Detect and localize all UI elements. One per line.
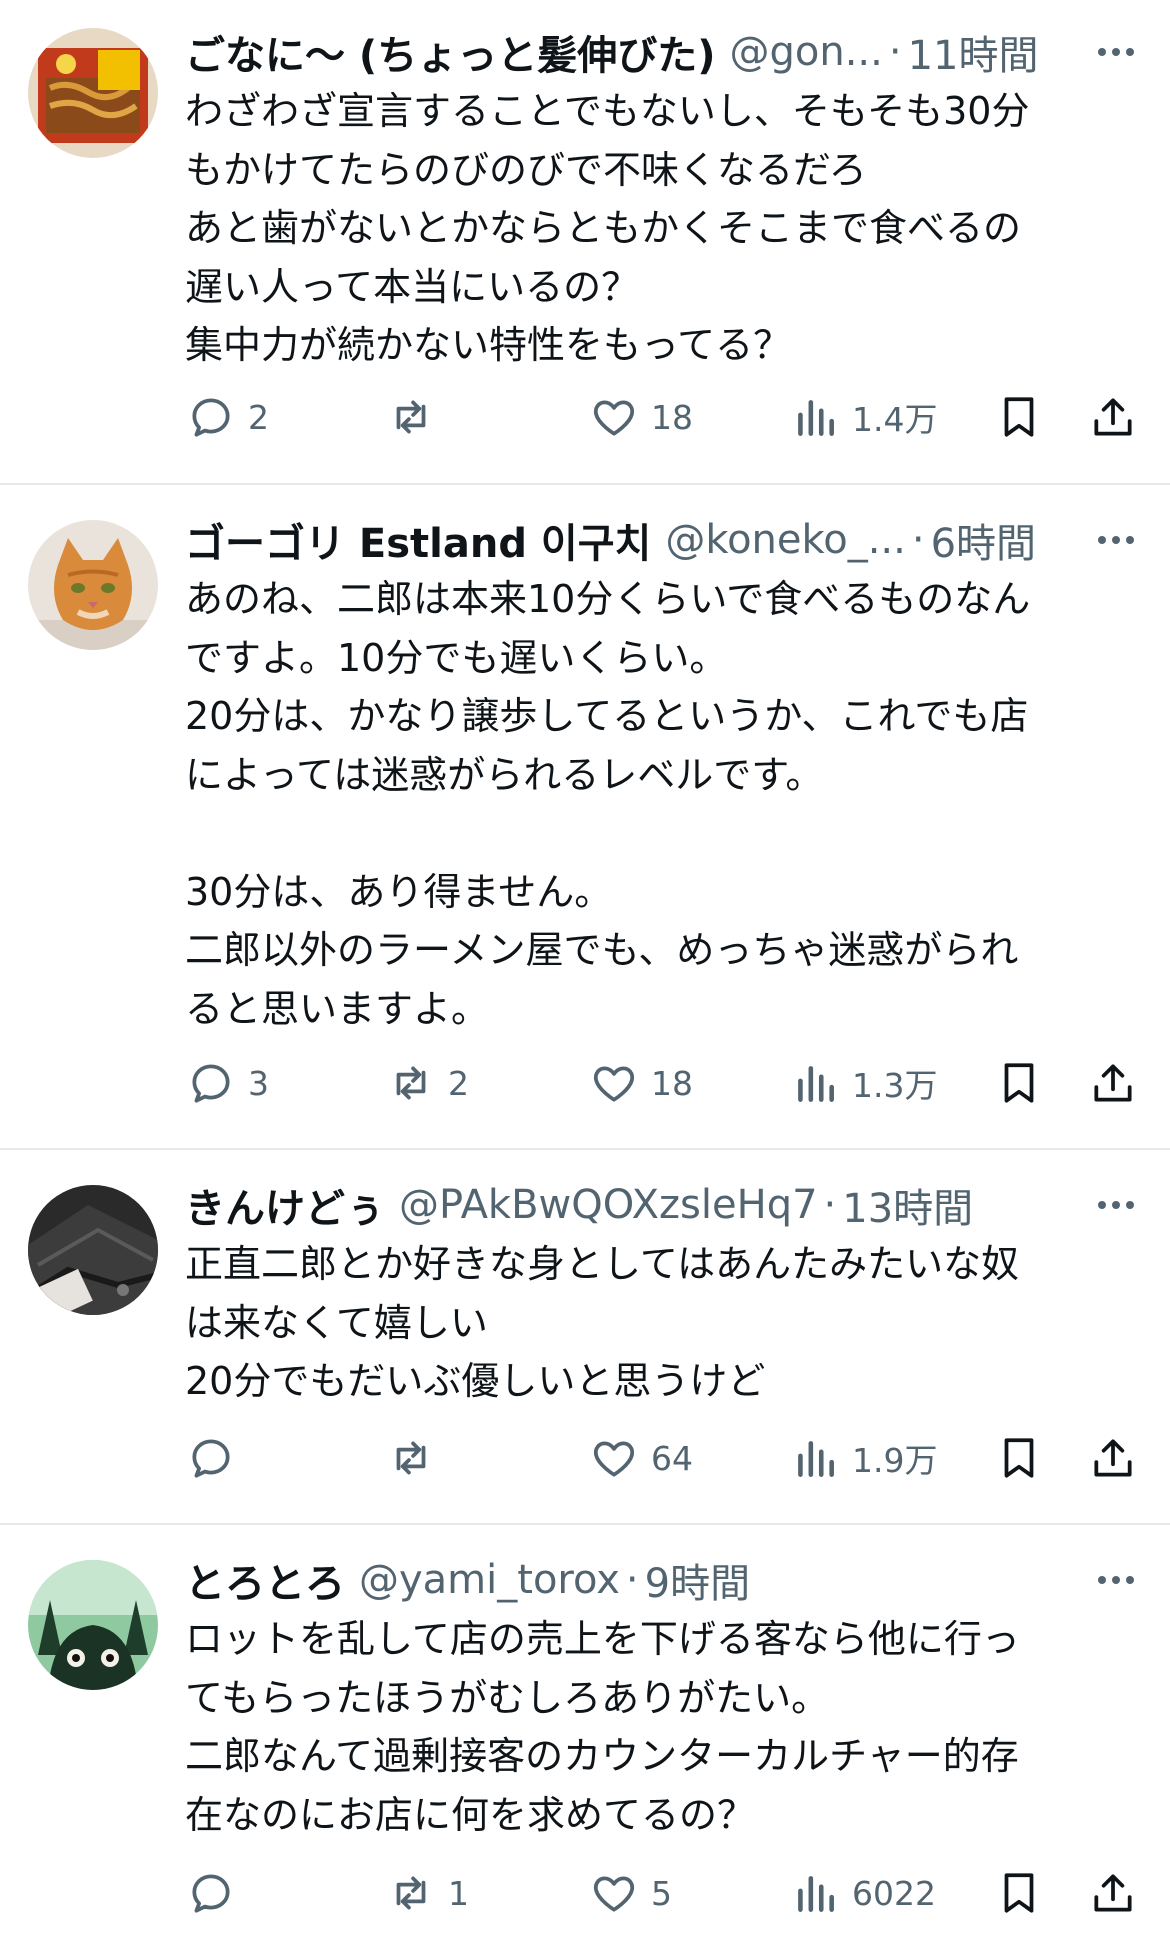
views-button[interactable]: 1.3万	[790, 1058, 937, 1108]
bookmark-button[interactable]	[994, 1058, 1044, 1108]
repost-count: 2	[448, 1063, 469, 1103]
avatar[interactable]	[28, 1185, 158, 1315]
views-button[interactable]: 6022	[790, 1868, 936, 1918]
user-handle[interactable]: @yami_torox	[359, 1557, 620, 1603]
bookmark-icon	[1004, 1873, 1034, 1913]
display-name[interactable]: とろとろ	[185, 1551, 345, 1609]
reply-icon	[192, 1874, 230, 1913]
tweet-text: わざわざ宣言することでもないし、そもそも30分 もかけてたらのびのびで不味くなる…	[185, 89, 1030, 367]
repost-button[interactable]	[386, 392, 448, 442]
views-button[interactable]: 1.9万	[790, 1433, 937, 1483]
bookmark-button[interactable]	[994, 1433, 1044, 1483]
share-icon	[1094, 1874, 1132, 1912]
timestamp[interactable]: 9時間	[645, 1551, 750, 1609]
avatar[interactable]	[28, 1560, 158, 1690]
repost-icon	[396, 1066, 426, 1100]
share-button[interactable]	[1088, 1058, 1138, 1108]
display-name[interactable]: ごなに〜 (ちょっと髪伸びた)	[185, 23, 716, 81]
timestamp[interactable]: 6時間	[931, 511, 1036, 569]
like-count: 5	[651, 1873, 672, 1913]
repost-button[interactable]	[386, 1433, 448, 1483]
repost-button[interactable]: 2	[386, 1058, 469, 1108]
like-icon	[593, 400, 635, 436]
more-icon[interactable]	[1086, 1550, 1146, 1610]
like-count: 18	[651, 397, 693, 437]
views-button[interactable]: 1.4万	[790, 392, 937, 442]
bookmark-button[interactable]	[994, 392, 1044, 442]
more-icon[interactable]	[1086, 1175, 1146, 1235]
reply-count: 2	[248, 397, 269, 437]
more-icon[interactable]	[1086, 22, 1146, 82]
like-button[interactable]: 64	[589, 1433, 693, 1483]
reply-icon	[192, 398, 230, 437]
share-button[interactable]	[1088, 1868, 1138, 1918]
tweet[interactable]: ゴーゴリ Estland 이구치 @koneko_... · 6時間 あのね、二…	[0, 485, 1170, 1150]
tweet-text: あのね、二郎は本来10分くらいで食べるものなん ですよ。10分でも遅いくらい。 …	[185, 577, 1031, 1031]
like-button[interactable]: 5	[589, 1868, 672, 1918]
view-count: 6022	[852, 1873, 936, 1913]
view-count: 1.3万	[852, 1066, 938, 1105]
reply-button[interactable]: 3	[186, 1058, 269, 1108]
like-icon	[593, 1876, 635, 1912]
user-handle[interactable]: @koneko_...	[665, 517, 906, 563]
tweet-text: ロットを乱して店の売上を下げる客なら他に行っ てもらったほうがむしろありがたい。…	[185, 1617, 1020, 1837]
share-button[interactable]	[1088, 392, 1138, 442]
tweet-text: 正直二郎とか好きな身としてはあんたみたいな奴 は来なくて嬉しい 20分でもだいぶ…	[185, 1242, 1020, 1403]
share-button[interactable]	[1088, 1433, 1138, 1483]
reply-button[interactable]	[186, 1868, 248, 1918]
bookmark-icon	[1004, 1438, 1034, 1478]
action-bar: 2 18 1.4万	[0, 387, 1170, 447]
bookmark-button[interactable]	[994, 1868, 1044, 1918]
tweet[interactable]: きんけどぅ @PAkBwQOXzsleHq7 · 13時間 正直二郎とか好きな身…	[0, 1150, 1170, 1525]
view-count: 1.9万	[852, 1441, 938, 1480]
more-icon[interactable]	[1086, 510, 1146, 570]
avatar[interactable]	[28, 28, 158, 158]
reply-button[interactable]	[186, 1433, 248, 1483]
share-icon	[1094, 1064, 1132, 1102]
tweet[interactable]: とろとろ @yami_torox · 9時間 ロットを乱して店の売上を下げる客な…	[0, 1525, 1170, 1960]
share-icon	[1094, 398, 1132, 436]
like-icon	[593, 1441, 635, 1477]
user-handle[interactable]: @PAkBwQOXzsleHq7	[399, 1182, 818, 1228]
like-icon	[593, 1066, 635, 1102]
repost-icon	[396, 400, 426, 434]
timestamp[interactable]: 13時間	[842, 1176, 973, 1234]
like-count: 64	[651, 1438, 693, 1478]
avatar[interactable]	[28, 520, 158, 650]
bookmark-icon	[1004, 1063, 1034, 1103]
tweet[interactable]: ごなに〜 (ちょっと髪伸びた) @gon... · 11時間 わざわざ宣言するこ…	[0, 0, 1170, 485]
reply-icon	[192, 1439, 230, 1478]
views-icon	[798, 400, 834, 436]
reply-count: 3	[248, 1063, 269, 1103]
action-bar: 1 5 6022	[0, 1863, 1170, 1923]
repost-count: 1	[448, 1873, 469, 1913]
action-bar: 3 2 18 1.3万	[0, 1053, 1170, 1113]
repost-icon	[396, 1876, 426, 1910]
display-name[interactable]: ゴーゴリ Estland 이구치	[185, 511, 651, 569]
like-button[interactable]: 18	[589, 1058, 693, 1108]
display-name[interactable]: きんけどぅ	[185, 1176, 385, 1234]
views-icon	[798, 1441, 834, 1477]
timestamp[interactable]: 11時間	[908, 23, 1039, 81]
repost-icon	[396, 1441, 426, 1475]
views-icon	[798, 1876, 834, 1912]
like-button[interactable]: 18	[589, 392, 693, 442]
bookmark-icon	[1004, 397, 1034, 437]
views-icon	[798, 1066, 834, 1102]
reply-icon	[192, 1064, 230, 1103]
repost-button[interactable]: 1	[386, 1868, 469, 1918]
action-bar: 64 1.9万	[0, 1428, 1170, 1488]
user-handle[interactable]: @gon...	[730, 29, 883, 75]
like-count: 18	[651, 1063, 693, 1103]
reply-button[interactable]: 2	[186, 392, 269, 442]
share-icon	[1094, 1439, 1132, 1477]
view-count: 1.4万	[852, 400, 938, 439]
